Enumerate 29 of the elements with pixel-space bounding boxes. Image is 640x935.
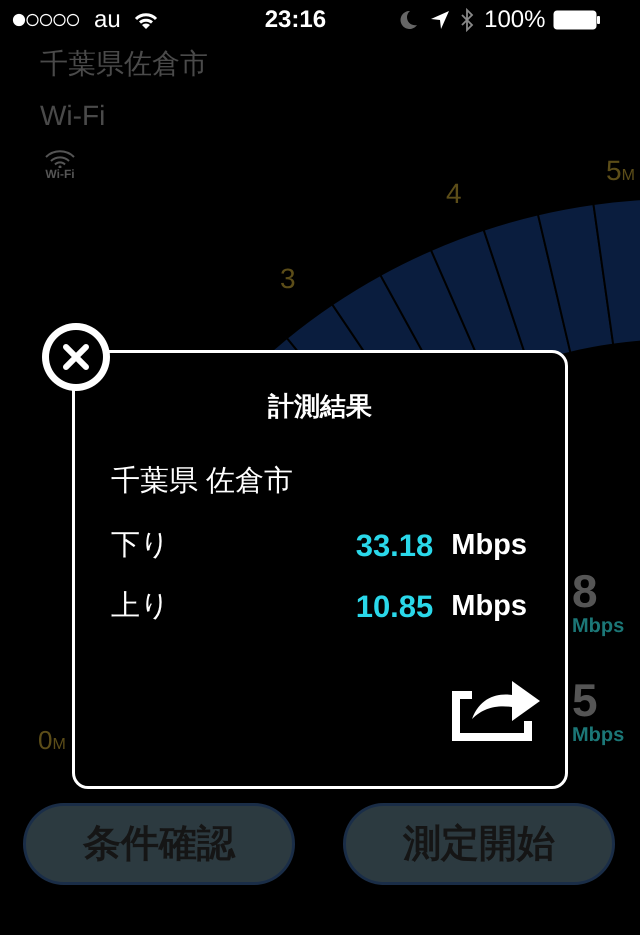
carrier-name: au	[94, 8, 121, 32]
direction-label: 上り	[111, 592, 170, 621]
speed-value: 10.85	[356, 591, 434, 622]
gauge-label: 3	[280, 265, 296, 293]
battery-percentage: 100%	[484, 8, 546, 32]
battery-icon	[553, 10, 602, 30]
gauge-label: 4	[446, 180, 462, 208]
direction-label: 下り	[111, 531, 170, 560]
speed-unit: Mbps	[572, 725, 624, 745]
close-icon	[62, 343, 90, 371]
speed-unit: Mbps	[451, 592, 527, 621]
dialog-location: 千葉県 佐倉市	[111, 467, 294, 496]
bluetooth-icon	[460, 8, 474, 32]
location-label: 千葉県佐倉市	[40, 50, 208, 78]
wifi-icon	[44, 150, 76, 168]
speed-unit: Mbps	[451, 531, 527, 560]
moon-icon	[400, 10, 418, 30]
gauge-label: 5M	[606, 157, 635, 185]
signal-icon	[12, 13, 80, 27]
speed-value: 33.18	[356, 530, 434, 561]
clock-time: 23:16	[264, 8, 326, 32]
speed-unit: Mbps	[572, 616, 624, 636]
dialog-title: 計測結果	[268, 393, 372, 419]
gauge-label: 0M	[38, 727, 66, 753]
speed-value: 5	[572, 677, 598, 723]
speed-value: 8	[572, 568, 598, 614]
connection-label: Wi-Fi	[40, 102, 106, 130]
location-arrow-icon	[430, 10, 450, 30]
wifi-label: Wi-Fi	[45, 168, 75, 180]
